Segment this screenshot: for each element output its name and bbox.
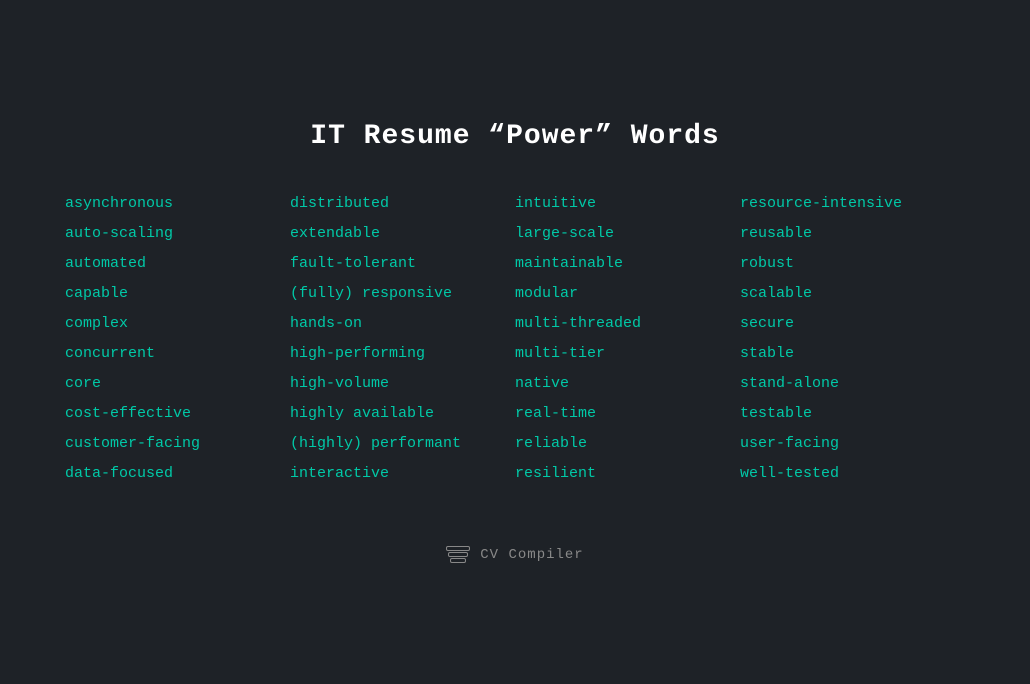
word-item: distributed bbox=[290, 192, 515, 216]
word-column-3: intuitive large-scale maintainable modular m… bbox=[515, 192, 740, 486]
cv-compiler-icon bbox=[446, 546, 470, 563]
footer: CV Compiler bbox=[446, 546, 583, 563]
word-item: complex bbox=[65, 312, 290, 336]
word-item: multi-tier bbox=[515, 342, 740, 366]
word-item: high-volume bbox=[290, 372, 515, 396]
word-item: (fully) responsive bbox=[290, 282, 515, 306]
page-title: IT Resume “Power” Words bbox=[310, 121, 719, 152]
word-column-4: resource-intensive reusable robust scalable… bbox=[740, 192, 965, 486]
word-item: hands-on bbox=[290, 312, 515, 336]
word-item: multi-threaded bbox=[515, 312, 740, 336]
page-container: IT Resume “Power” Words asynchronous auto… bbox=[0, 91, 1030, 593]
word-item: extendable bbox=[290, 222, 515, 246]
words-grid: asynchronous auto-scaling automated capable… bbox=[65, 192, 965, 486]
footer-brand: CV Compiler bbox=[480, 547, 583, 563]
word-item: stand-alone bbox=[740, 372, 965, 396]
word-item: auto-scaling bbox=[65, 222, 290, 246]
word-item: automated bbox=[65, 252, 290, 276]
word-item: resilient bbox=[515, 462, 740, 486]
word-item: real-time bbox=[515, 402, 740, 426]
word-item: highly available bbox=[290, 402, 515, 426]
word-column-1: asynchronous auto-scaling automated capable… bbox=[65, 192, 290, 486]
word-item: concurrent bbox=[65, 342, 290, 366]
word-item: modular bbox=[515, 282, 740, 306]
word-item: capable bbox=[65, 282, 290, 306]
word-item: intuitive bbox=[515, 192, 740, 216]
word-item: resource-intensive bbox=[740, 192, 965, 216]
word-item: well-tested bbox=[740, 462, 965, 486]
word-item: data-focused bbox=[65, 462, 290, 486]
word-item: maintainable bbox=[515, 252, 740, 276]
word-item: interactive bbox=[290, 462, 515, 486]
word-item: core bbox=[65, 372, 290, 396]
word-item: secure bbox=[740, 312, 965, 336]
word-item: native bbox=[515, 372, 740, 396]
word-column-2: distributed extendable fault-tolerant (full… bbox=[290, 192, 515, 486]
word-item: reusable bbox=[740, 222, 965, 246]
word-item: user-facing bbox=[740, 432, 965, 456]
word-item: cost-effective bbox=[65, 402, 290, 426]
word-item: (highly) performant bbox=[290, 432, 515, 456]
word-item: customer-facing bbox=[65, 432, 290, 456]
word-item: robust bbox=[740, 252, 965, 276]
word-item: fault-tolerant bbox=[290, 252, 515, 276]
word-item: reliable bbox=[515, 432, 740, 456]
word-item: scalable bbox=[740, 282, 965, 306]
word-item: large-scale bbox=[515, 222, 740, 246]
word-item: stable bbox=[740, 342, 965, 366]
word-item: testable bbox=[740, 402, 965, 426]
word-item: high-performing bbox=[290, 342, 515, 366]
word-item: asynchronous bbox=[65, 192, 290, 216]
